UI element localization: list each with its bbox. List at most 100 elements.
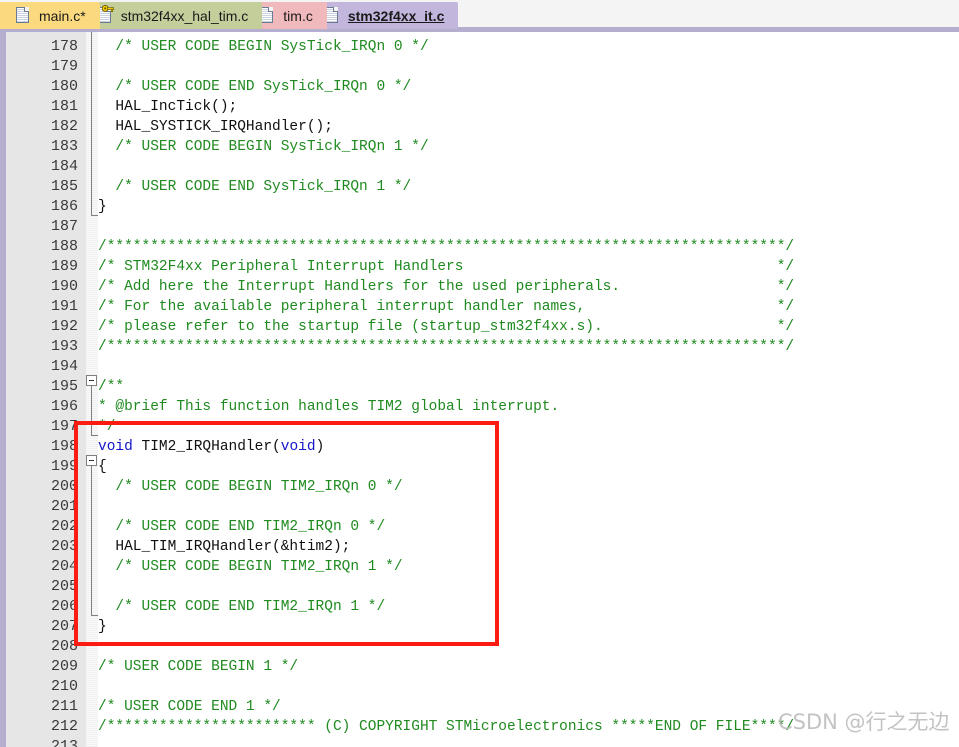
code-line[interactable]: /* USER CODE END SysTick_IRQn 1 */ [98, 177, 411, 197]
code-token: /* Add here the Interrupt Handlers for t… [98, 279, 795, 295]
code-line[interactable]: /* please refer to the startup file (sta… [98, 317, 794, 337]
tab-label: stm32f4xx_hal_tim.c [120, 7, 249, 24]
code-token: /************************ (C) COPYRIGHT … [98, 719, 795, 735]
line-number: 203 [50, 538, 78, 555]
code-token: } [98, 619, 107, 635]
code-line[interactable]: } [98, 617, 107, 637]
code-line[interactable]: /* USER CODE END SysTick_IRQn 0 */ [98, 77, 411, 97]
line-number: 188 [50, 238, 78, 255]
code-line[interactable]: /* STM32F4xx Peripheral Interrupt Handle… [98, 257, 794, 277]
code-token: /* USER CODE BEGIN SysTick_IRQn 0 */ [98, 39, 429, 55]
code-line[interactable]: void TIM2_IRQHandler(void) [98, 437, 324, 457]
line-number: 201 [50, 498, 78, 515]
line-number: 208 [50, 638, 78, 655]
tab-label: stm32f4xx_it.c [347, 7, 445, 24]
line-number: 205 [50, 578, 78, 595]
code-line[interactable]: HAL_TIM_IRQHandler(&htim2); [98, 537, 350, 557]
code-line[interactable]: /* USER CODE END TIM2_IRQn 1 */ [98, 597, 385, 617]
code-token: void [98, 439, 133, 455]
code-text-area[interactable]: 178 /* USER CODE BEGIN SysTick_IRQn 0 */… [6, 32, 959, 747]
code-line[interactable]: /** [98, 377, 124, 397]
document-key-icon [97, 5, 114, 24]
document-icon [260, 7, 274, 24]
code-token: /* please refer to the startup file (sta… [98, 319, 795, 335]
code-token: * @brief This function handles TIM2 glob… [98, 399, 560, 415]
code-token: ) [315, 439, 325, 455]
line-number: 212 [50, 718, 78, 735]
code-line[interactable]: /* USER CODE BEGIN TIM2_IRQn 0 */ [98, 477, 403, 497]
code-line[interactable]: /************************ (C) COPYRIGHT … [98, 717, 794, 737]
code-token: /* USER CODE END TIM2_IRQn 1 */ [98, 599, 386, 615]
code-token: } [98, 199, 107, 215]
code-line[interactable]: /* USER CODE BEGIN SysTick_IRQn 0 */ [98, 37, 429, 57]
line-number: 197 [50, 418, 78, 435]
code-line[interactable]: HAL_IncTick(); [98, 97, 237, 117]
line-number: 180 [50, 78, 78, 95]
tab-main-c[interactable]: main.c* [0, 2, 100, 29]
code-line[interactable]: /* USER CODE END TIM2_IRQn 0 */ [98, 517, 385, 537]
tab-stm32f4xx-hal-tim-c[interactable]: stm32f4xx_hal_tim.c [87, 2, 263, 29]
line-number: 192 [50, 318, 78, 335]
code-token: /* USER CODE END TIM2_IRQn 0 */ [98, 519, 386, 535]
code-token: /* USER CODE BEGIN TIM2_IRQn 0 */ [98, 479, 403, 495]
code-token: /* For the available peripheral interrup… [98, 299, 795, 315]
line-number: 189 [50, 258, 78, 275]
code-token: { [98, 459, 107, 475]
code-token: HAL_TIM_IRQHandler(&htim2); [98, 539, 351, 555]
code-line[interactable]: { [98, 457, 107, 477]
code-token: /***************************************… [98, 239, 795, 255]
code-token: */ [98, 419, 116, 435]
line-number: 198 [50, 438, 78, 455]
fold-guide-elbow [91, 215, 98, 216]
code-token: /* USER CODE BEGIN 1 */ [98, 659, 299, 675]
code-token: void [280, 439, 316, 455]
code-line[interactable]: /* USER CODE BEGIN SysTick_IRQn 1 */ [98, 137, 428, 157]
code-token: /* USER CODE END SysTick_IRQn 1 */ [98, 179, 412, 195]
key-icon [101, 5, 114, 12]
line-number: 196 [50, 398, 78, 415]
code-line[interactable]: /* USER CODE BEGIN 1 */ [98, 657, 298, 677]
line-number: 184 [50, 158, 78, 175]
fold-guide-line [91, 386, 92, 435]
fold-collapse-box[interactable] [86, 455, 97, 466]
code-line[interactable]: HAL_SYSTICK_IRQHandler(); [98, 117, 333, 137]
line-number: 182 [50, 118, 78, 135]
code-line[interactable]: /* For the available peripheral interrup… [98, 297, 794, 317]
code-line[interactable]: } [98, 197, 107, 217]
code-token: HAL_SYSTICK_IRQHandler(); [98, 119, 333, 135]
code-line[interactable]: * @brief This function handles TIM2 glob… [98, 397, 559, 417]
line-number: 187 [50, 218, 78, 235]
fold-guide-elbow [91, 435, 98, 436]
tab-bar: main.c* stm32f4xx_hal_tim.c tim.c stm32f… [0, 0, 959, 32]
code-line[interactable]: /* USER CODE END 1 */ [98, 697, 281, 717]
tab-stm32f4xx-it-c[interactable]: stm32f4xx_it.c [314, 2, 459, 29]
line-number: 211 [50, 698, 78, 715]
code-editor[interactable]: 178 /* USER CODE BEGIN SysTick_IRQn 0 */… [0, 32, 959, 747]
line-number: 183 [50, 138, 78, 155]
code-line[interactable]: /***************************************… [98, 337, 794, 357]
code-token: /* USER CODE END 1 */ [98, 699, 281, 715]
line-number: 199 [50, 458, 78, 475]
code-token: TIM2_IRQHandler( [132, 439, 281, 455]
tab-strip: main.c* stm32f4xx_hal_tim.c tim.c stm32f… [0, 0, 459, 29]
code-line[interactable]: /* Add here the Interrupt Handlers for t… [98, 277, 794, 297]
fold-collapse-box[interactable] [86, 375, 97, 386]
line-number: 204 [50, 558, 78, 575]
line-number: 179 [50, 58, 78, 75]
line-number: 190 [50, 278, 78, 295]
line-number: 193 [50, 338, 78, 355]
code-token: /* STM32F4xx Peripheral Interrupt Handle… [98, 259, 795, 275]
code-line[interactable]: /* USER CODE BEGIN TIM2_IRQn 1 */ [98, 557, 402, 577]
line-number: 207 [50, 618, 78, 635]
code-line[interactable]: /***************************************… [98, 237, 794, 257]
tab-label: main.c* [39, 7, 86, 24]
tab-label: tim.c [283, 7, 313, 24]
fold-guide-line [91, 466, 92, 615]
line-number: 195 [50, 378, 78, 395]
line-number: 210 [50, 678, 78, 695]
line-number: 191 [50, 298, 78, 315]
line-number: 194 [50, 358, 78, 375]
code-token: HAL_IncTick(); [98, 99, 238, 115]
fold-guide-line [91, 32, 92, 215]
code-line[interactable]: */ [98, 417, 115, 437]
